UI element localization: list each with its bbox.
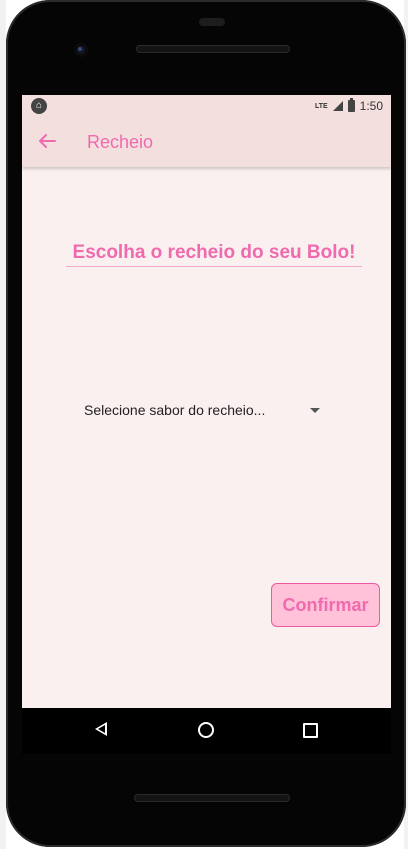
battery-icon bbox=[347, 98, 355, 112]
dropdown-selected-value: Selecione sabor do recheio... bbox=[84, 402, 266, 418]
lte-label: LTE bbox=[314, 102, 328, 110]
status-time: 1:50 bbox=[359, 99, 383, 113]
heading-underline bbox=[66, 266, 362, 267]
earpiece bbox=[199, 18, 225, 26]
caret-down-icon bbox=[310, 408, 320, 413]
circle-home-icon[interactable] bbox=[198, 722, 214, 738]
navigation-bar bbox=[22, 708, 391, 754]
app-bar: Recheio bbox=[22, 117, 391, 167]
signal-icon bbox=[332, 101, 343, 111]
arrow-left-icon bbox=[39, 134, 56, 148]
square-recents-icon[interactable] bbox=[303, 723, 318, 738]
status-indicators: LTE 1:50 bbox=[315, 98, 383, 114]
front-camera-icon bbox=[74, 43, 88, 57]
filling-dropdown[interactable]: Selecione sabor do recheio... bbox=[80, 398, 325, 422]
android-icon: ⌂ bbox=[31, 98, 47, 114]
app-screen: ⌂ LTE 1:50 Recheio Escolha o recheio do … bbox=[22, 95, 391, 708]
status-bar: ⌂ LTE 1:50 bbox=[22, 95, 391, 117]
back-button[interactable] bbox=[32, 126, 62, 156]
confirm-button[interactable]: Confirmar bbox=[271, 583, 380, 627]
top-speaker-grille bbox=[136, 45, 290, 53]
bottom-speaker-grille bbox=[134, 794, 290, 802]
filling-heading: Escolha o recheio do seu Bolo! bbox=[72, 242, 356, 263]
page-title: Recheio bbox=[87, 132, 154, 152]
triangle-back-icon[interactable] bbox=[95, 722, 107, 736]
